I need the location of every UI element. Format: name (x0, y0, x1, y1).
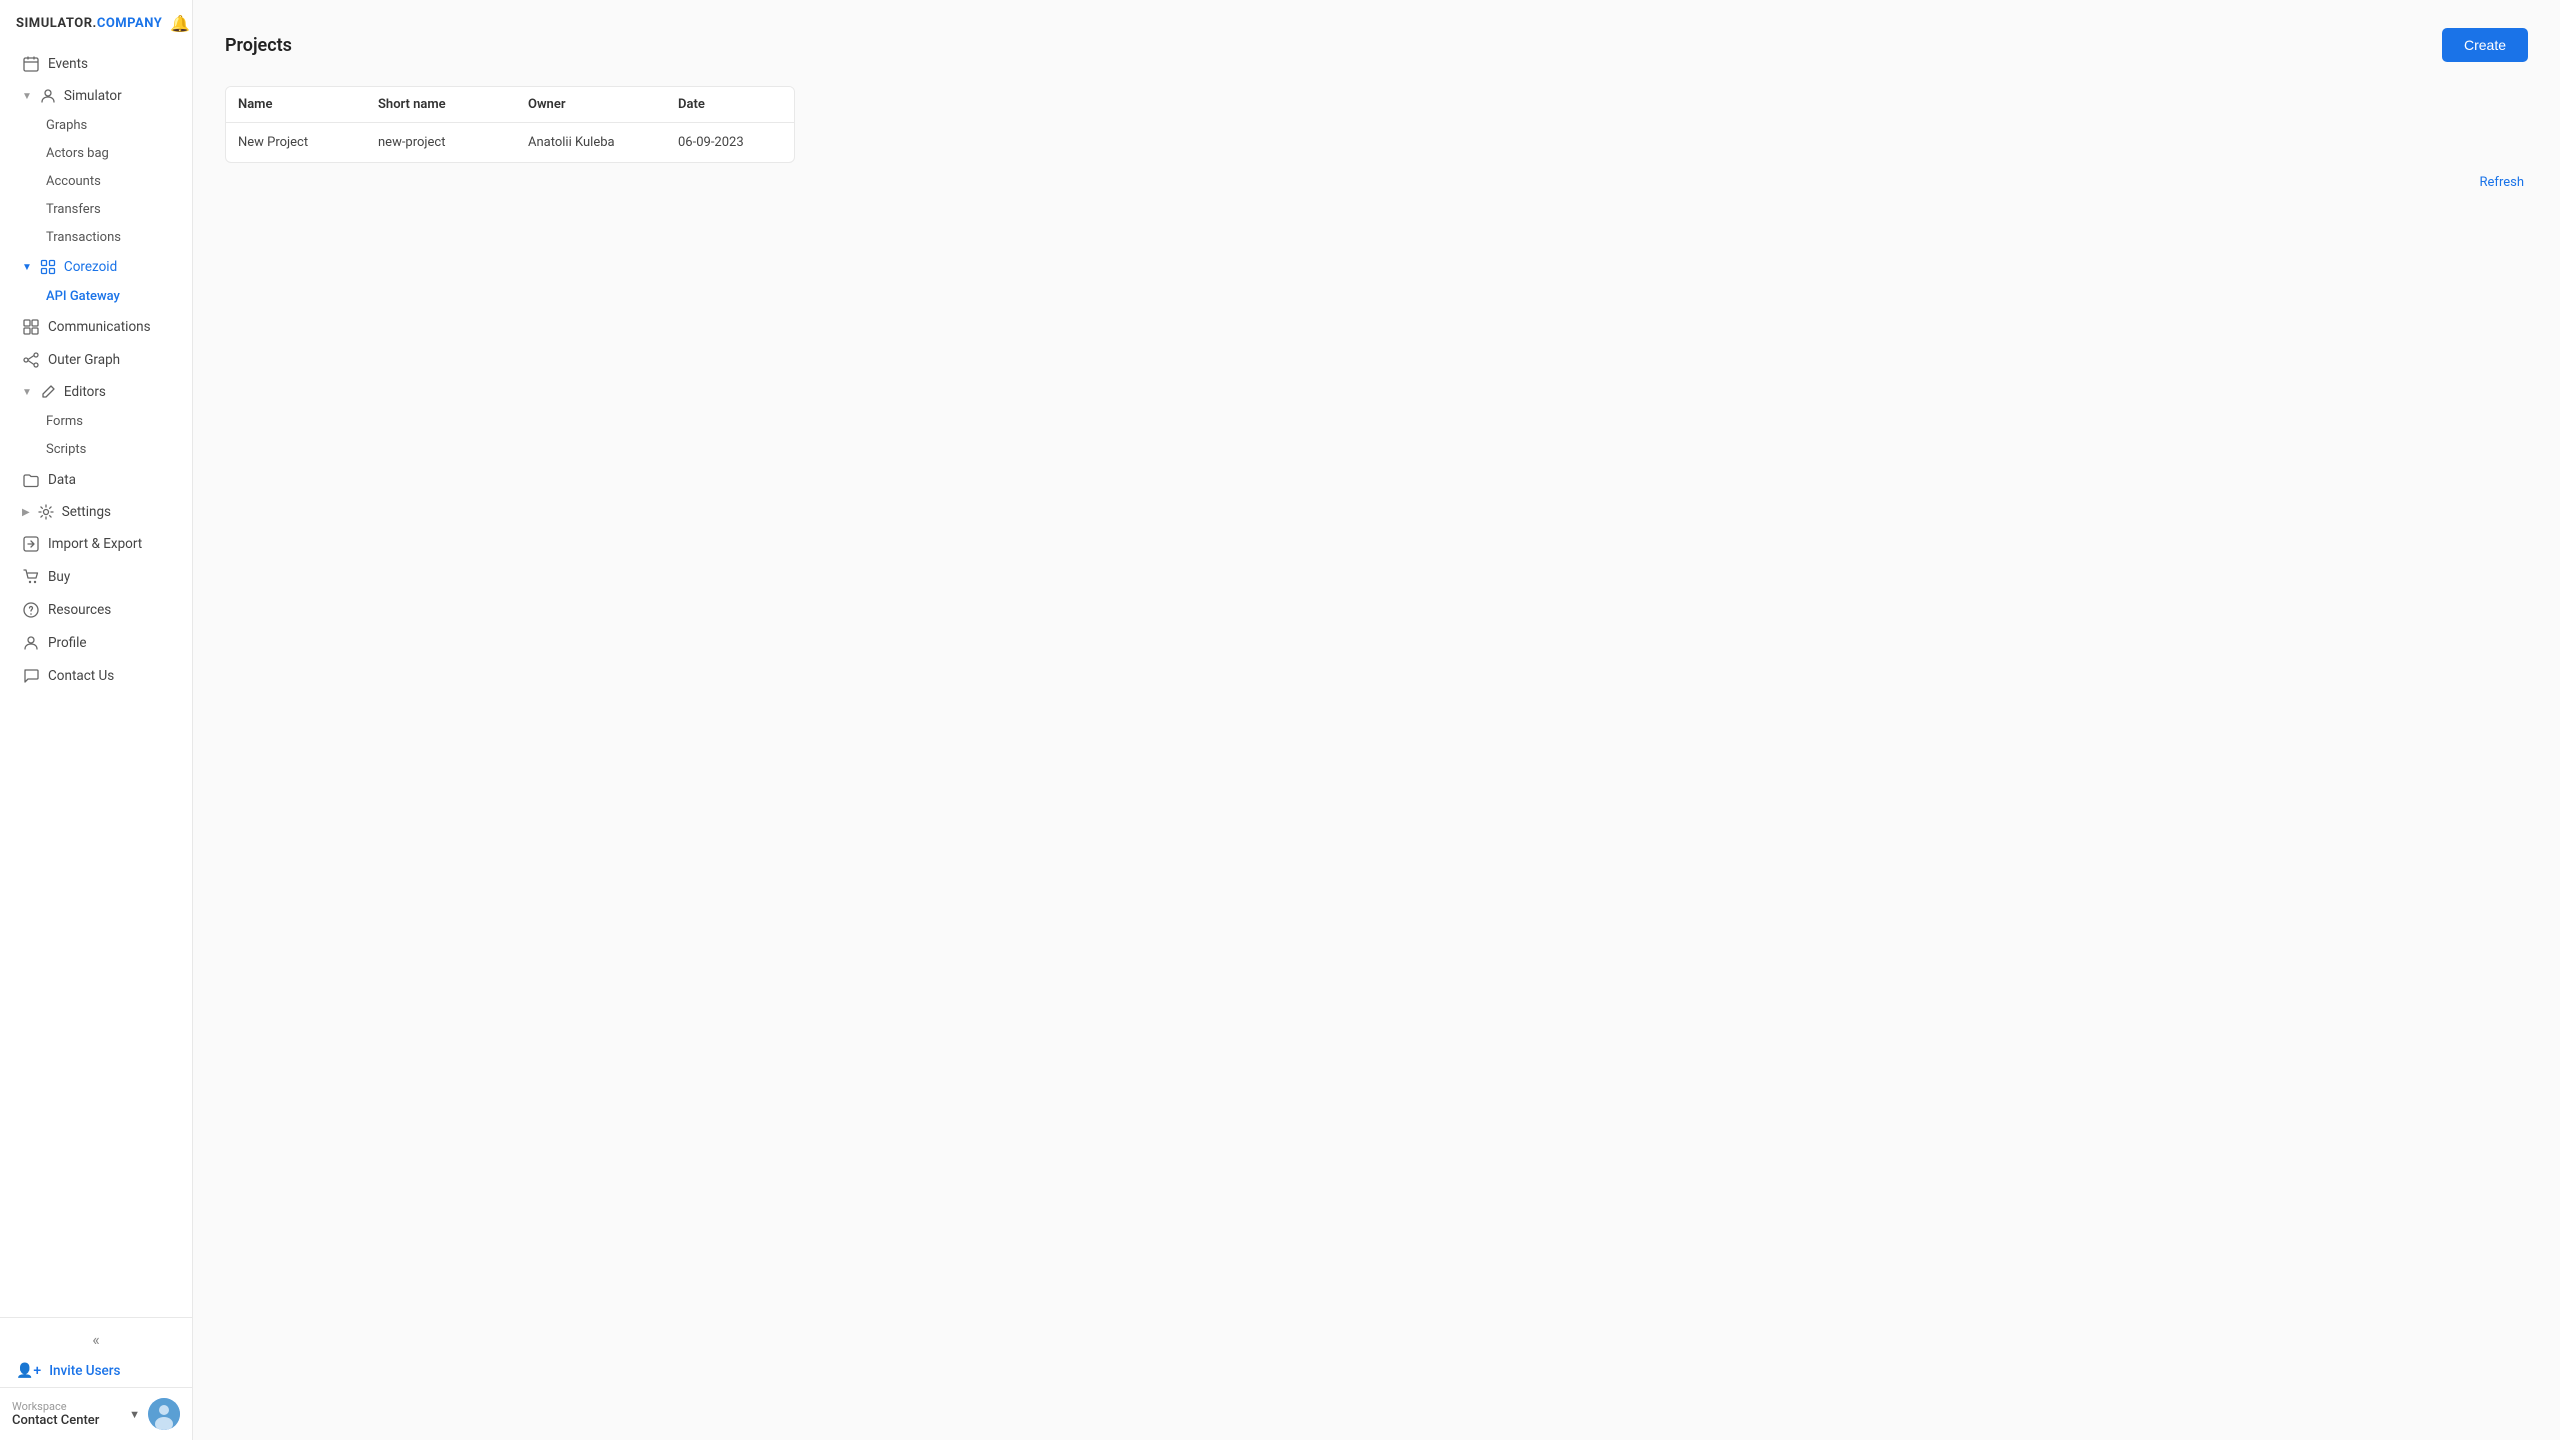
logo-company: COMPANY (97, 16, 162, 31)
sidebar-item-corezoid-label: Corezoid (64, 259, 117, 275)
main-content: Projects Create Name Short name Owner Da… (193, 0, 2560, 1440)
table-row[interactable]: New Project new-project Anatolii Kuleba … (226, 123, 794, 162)
sidebar-item-accounts[interactable]: Accounts (6, 168, 186, 195)
page-title: Projects (225, 35, 292, 56)
sidebar-item-outer-graph-label: Outer Graph (48, 352, 120, 368)
corezoid-icon (40, 259, 56, 275)
sidebar-item-api-gateway[interactable]: API Gateway (6, 283, 186, 310)
workspace-name: Contact Center (12, 1413, 121, 1428)
invite-users-button[interactable]: 👤+ Invite Users (0, 1355, 192, 1387)
sidebar-item-transfers[interactable]: Transfers (6, 196, 186, 223)
refresh-link[interactable]: Refresh (2480, 175, 2524, 190)
chevron-down-editors-icon: ▼ (22, 387, 32, 398)
cell-date: 06-09-2023 (678, 135, 795, 150)
sidebar-bottom: « 👤+ Invite Users Workspace Contact Cent… (0, 1317, 192, 1440)
sidebar-item-import-export[interactable]: Import & Export (6, 528, 186, 560)
sidebar-item-transactions[interactable]: Transactions (6, 224, 186, 251)
logo-area: SIMULATOR.COMPANY 🔔 (0, 0, 192, 43)
calendar-icon (22, 55, 40, 73)
buy-icon (22, 568, 40, 586)
workspace-label: Workspace (12, 1400, 121, 1413)
col-header-owner: Owner (528, 97, 678, 112)
workspace-section: Workspace Contact Center ▼ (0, 1387, 192, 1440)
sidebar-item-outer-graph[interactable]: Outer Graph (6, 344, 186, 376)
sidebar-item-settings[interactable]: ▶ Settings (6, 497, 186, 527)
sidebar-nav: Events ▼ Simulator Graphs Actors bag Acc… (0, 43, 192, 1317)
contact-chat-icon (22, 667, 40, 685)
cell-owner: Anatolii Kuleba (528, 135, 678, 150)
logo-text: SIMULATOR.COMPANY (16, 16, 162, 31)
sidebar-item-import-export-label: Import & Export (48, 536, 142, 552)
sidebar-item-actors-bag[interactable]: Actors bag (6, 140, 186, 167)
sidebar-item-resources-label: Resources (48, 602, 111, 618)
profile-person-icon (22, 634, 40, 652)
workspace-dropdown-icon[interactable]: ▼ (129, 1408, 140, 1421)
sidebar-item-scripts[interactable]: Scripts (6, 436, 186, 463)
chevron-right-settings-icon: ▶ (22, 507, 30, 518)
chevron-down-icon: ▼ (22, 91, 32, 102)
notification-bell-icon[interactable]: 🔔 (170, 14, 190, 33)
sidebar-item-simulator[interactable]: ▼ Simulator (6, 81, 186, 111)
sidebar-item-data[interactable]: Data (6, 464, 186, 496)
col-header-name: Name (238, 97, 378, 112)
sidebar-item-communications-label: Communications (48, 319, 151, 335)
data-folder-icon (22, 471, 40, 489)
editors-icon (40, 384, 56, 400)
sidebar: SIMULATOR.COMPANY 🔔 Events ▼ Simulator G… (0, 0, 193, 1440)
collapse-sidebar-button[interactable]: « (0, 1326, 192, 1355)
logo-simulator: SIMULATOR. (16, 16, 97, 31)
create-button[interactable]: Create (2442, 28, 2528, 62)
resources-question-icon (22, 601, 40, 619)
settings-gear-icon (38, 504, 54, 520)
workspace-info: Workspace Contact Center (12, 1400, 121, 1428)
sidebar-item-editors-label: Editors (64, 384, 106, 400)
main-header: Projects Create (225, 28, 2528, 62)
import-export-icon (22, 535, 40, 553)
sidebar-item-buy[interactable]: Buy (6, 561, 186, 593)
sidebar-item-resources[interactable]: Resources (6, 594, 186, 626)
sidebar-item-data-label: Data (48, 472, 76, 488)
sidebar-item-forms[interactable]: Forms (6, 408, 186, 435)
sidebar-item-events[interactable]: Events (6, 48, 186, 80)
communications-icon (22, 318, 40, 336)
col-header-date: Date (678, 97, 795, 112)
outer-graph-icon (22, 351, 40, 369)
simulator-icon (40, 88, 56, 104)
chevron-down-corezoid-icon: ▼ (22, 262, 32, 273)
sidebar-item-contact-us-label: Contact Us (48, 668, 114, 684)
avatar[interactable] (148, 1398, 180, 1430)
table-header: Name Short name Owner Date (226, 87, 794, 123)
cell-name: New Project (238, 135, 378, 150)
sidebar-item-simulator-label: Simulator (64, 88, 122, 104)
sidebar-item-communications[interactable]: Communications (6, 311, 186, 343)
sidebar-item-settings-label: Settings (62, 504, 111, 520)
projects-table: Name Short name Owner Date New Project n… (225, 86, 795, 163)
sidebar-item-graphs[interactable]: Graphs (6, 112, 186, 139)
sidebar-item-contact-us[interactable]: Contact Us (6, 660, 186, 692)
sidebar-item-profile[interactable]: Profile (6, 627, 186, 659)
sidebar-item-corezoid[interactable]: ▼ Corezoid (6, 252, 186, 282)
sidebar-item-buy-label: Buy (48, 569, 70, 585)
sidebar-item-editors[interactable]: ▼ Editors (6, 377, 186, 407)
refresh-area: Refresh (225, 175, 2528, 190)
sidebar-item-profile-label: Profile (48, 635, 87, 651)
cell-short-name: new-project (378, 135, 528, 150)
sidebar-item-events-label: Events (48, 56, 88, 72)
invite-icon: 👤+ (16, 1363, 41, 1379)
col-header-short-name: Short name (378, 97, 528, 112)
